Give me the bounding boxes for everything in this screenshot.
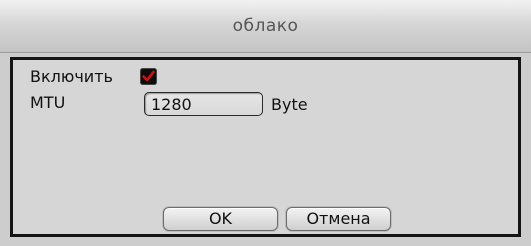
mtu-unit-label: Byte	[271, 95, 308, 114]
enable-label: Включить	[30, 67, 113, 86]
checkmark-icon	[142, 70, 155, 82]
settings-panel: Включить MTU Byte OK Отмена	[10, 57, 521, 237]
cloud-dialog: облако Включить MTU Byte OK Отмена	[0, 0, 531, 246]
mtu-label: MTU	[30, 93, 66, 112]
cancel-button[interactable]: Отмена	[286, 207, 391, 231]
ok-button[interactable]: OK	[163, 207, 278, 231]
title-bar: облако	[0, 0, 531, 53]
mtu-input[interactable]	[144, 92, 263, 116]
enable-checkbox[interactable]	[140, 68, 157, 85]
dialog-title: облако	[232, 16, 299, 36]
